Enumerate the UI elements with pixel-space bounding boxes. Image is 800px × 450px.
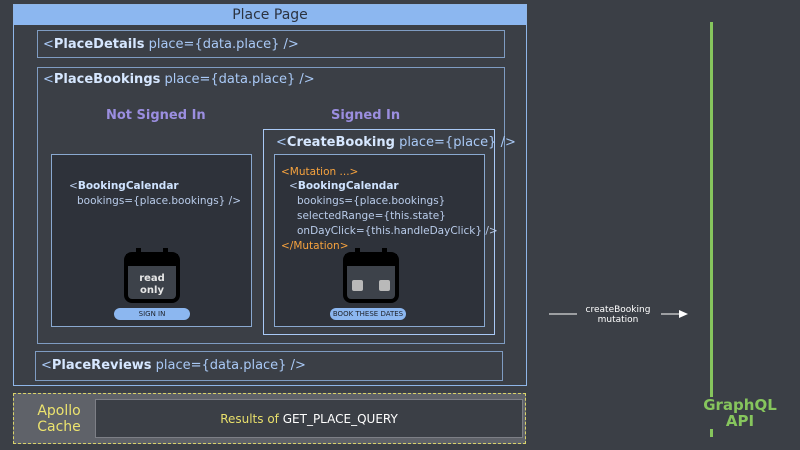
not-signed-in-heading: Not Signed In	[106, 108, 206, 123]
place-details-box: <PlaceDetails place={data.place} />	[37, 30, 505, 58]
place-bookings-name: PlaceBookings	[53, 72, 161, 87]
place-details-name: PlaceDetails	[53, 37, 145, 52]
place-reviews-box: <PlaceReviews place={data.place} />	[35, 351, 503, 381]
signed-calendar-name: BookingCalendar	[297, 180, 399, 192]
place-details-tag: <PlaceDetails place={data.place} />	[43, 37, 299, 52]
create-booking-props: place={place} />	[399, 135, 516, 150]
place-page-title: Place Page	[14, 5, 526, 25]
book-these-dates-button[interactable]: BOOK THESE DATES	[330, 308, 406, 320]
create-booking-tag: <CreateBooking place={place} />	[276, 135, 516, 150]
booking-calendar-props: bookings={place.bookings} />	[77, 195, 242, 207]
graphql-api-line	[710, 22, 713, 437]
calendar-select-icon	[343, 248, 399, 303]
results-text: Results of GET_PLACE_QUERY	[96, 400, 522, 439]
create-booking-name: CreateBooking	[286, 135, 395, 150]
booking-calendar-name: BookingCalendar	[77, 180, 179, 192]
place-bookings-tag: <PlaceBookings place={data.place} />	[43, 72, 315, 87]
place-reviews-props: place={data.place} />	[155, 358, 306, 373]
results-query: GET_PLACE_QUERY	[282, 412, 398, 426]
place-bookings-props: place={data.place} />	[164, 72, 315, 87]
graphql-api-label: GraphQL API	[700, 397, 780, 429]
sign-in-button[interactable]: SIGN IN	[114, 308, 190, 320]
mutation-arrow-label: createBooking mutation	[585, 305, 651, 325]
selected-range-prop-line: selectedRange={this.state}	[297, 210, 446, 222]
place-reviews-name: PlaceReviews	[51, 358, 152, 373]
mutation-open-tag: <Mutation ...>	[281, 166, 359, 178]
signed-in-heading: Signed In	[331, 108, 401, 123]
signed-in-panel: <Mutation ...> <BookingCalendar bookings…	[274, 154, 498, 327]
not-signed-in-panel: <BookingCalendar bookings={place.booking…	[51, 154, 252, 327]
results-prefix: Results of	[220, 412, 279, 426]
read-only-label: read only	[139, 273, 165, 296]
on-day-click-prop-line: onDayClick={this.handleDayClick} />	[297, 225, 498, 237]
mutation-close-tag: </Mutation>	[281, 240, 349, 252]
place-reviews-tag: <PlaceReviews place={data.place} />	[41, 358, 306, 373]
apollo-cache-label: Apollo Cache	[37, 403, 81, 435]
place-details-props: place={data.place} />	[148, 37, 299, 52]
booking-calendar-tag: <BookingCalendar	[69, 180, 179, 192]
signed-calendar-tag: <BookingCalendar	[289, 180, 399, 192]
bookings-prop-line: bookings={place.bookings}	[297, 195, 446, 207]
results-box: Results of GET_PLACE_QUERY	[95, 399, 523, 438]
